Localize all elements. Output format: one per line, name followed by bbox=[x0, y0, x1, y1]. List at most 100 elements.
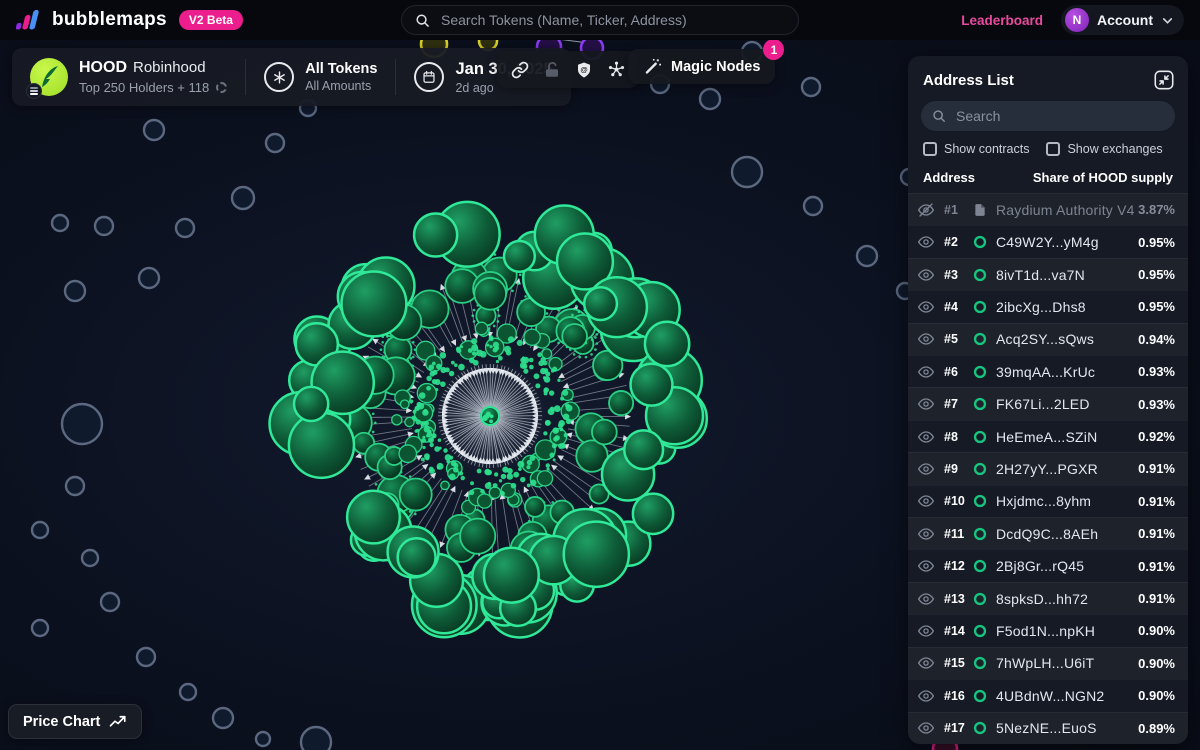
leaderboard-link[interactable]: Leaderboard bbox=[961, 13, 1043, 28]
toggle-visibility-button[interactable] bbox=[918, 396, 944, 412]
holder-bubble-outer[interactable] bbox=[294, 387, 328, 421]
magic-nodes-label: Magic Nodes bbox=[671, 59, 760, 75]
rank-label: #12 bbox=[944, 559, 973, 573]
share-value: 3.87% bbox=[1138, 202, 1175, 217]
table-row[interactable]: #15 7hWpLH...U6iT 0.90% bbox=[908, 647, 1188, 679]
brand-logo[interactable]: bubblemaps V2 Beta bbox=[16, 7, 243, 33]
token-search-bar[interactable] bbox=[401, 5, 799, 35]
toggle-visibility-button[interactable] bbox=[918, 591, 944, 607]
holder-bubble-small[interactable] bbox=[477, 494, 491, 508]
share-link-button[interactable] bbox=[505, 55, 535, 85]
holder-bubble-outer[interactable] bbox=[347, 491, 400, 544]
toggle-visibility-button[interactable] bbox=[918, 688, 944, 704]
share-value: 0.90% bbox=[1138, 656, 1175, 671]
share-value: 0.93% bbox=[1138, 364, 1175, 379]
holder-bubble-small[interactable] bbox=[524, 329, 540, 345]
token-search-input[interactable] bbox=[439, 11, 785, 29]
table-row[interactable]: #10 Hxjdmc...8yhm 0.91% bbox=[908, 485, 1188, 517]
table-row[interactable]: #12 2Bj8Gr...rQ45 0.91% bbox=[908, 549, 1188, 581]
holder-bubble-outer[interactable] bbox=[289, 413, 354, 478]
table-row[interactable]: #11 DcdQ9C...8AEh 0.91% bbox=[908, 517, 1188, 549]
toggle-visibility-button[interactable] bbox=[918, 429, 944, 445]
address-search-bar[interactable] bbox=[921, 101, 1175, 131]
show-exchanges-checkbox[interactable]: Show exchanges bbox=[1046, 142, 1162, 156]
table-row[interactable]: #9 2H27yY...PGXR 0.91% bbox=[908, 452, 1188, 484]
holder-bubble-mid[interactable] bbox=[525, 497, 545, 517]
cluster-view-button[interactable] bbox=[601, 55, 631, 85]
holder-bubble-mid[interactable] bbox=[474, 278, 506, 310]
toggle-visibility-button[interactable] bbox=[918, 493, 944, 509]
shield-scan-button[interactable]: @ bbox=[569, 55, 599, 85]
holder-bubble-outer[interactable] bbox=[484, 548, 539, 603]
holder-bubble-outer[interactable] bbox=[584, 287, 617, 320]
table-row[interactable]: #4 2ibcXg...Dhs8 0.95% bbox=[908, 290, 1188, 322]
show-contracts-checkbox[interactable]: Show contracts bbox=[923, 142, 1029, 156]
table-row[interactable]: #2 C49W2Y...yM4g 0.95% bbox=[908, 225, 1188, 257]
holder-bubble-mid[interactable] bbox=[400, 478, 432, 510]
table-row[interactable]: #17 5NezNE...EuoS 0.89% bbox=[908, 712, 1188, 744]
table-row[interactable]: #16 4UBdnW...NGN2 0.90% bbox=[908, 679, 1188, 711]
toggle-visibility-button[interactable] bbox=[918, 461, 944, 477]
holder-bubble-mid[interactable] bbox=[562, 324, 587, 349]
holder-bubble-outer[interactable] bbox=[645, 322, 689, 366]
rank-label: #1 bbox=[944, 203, 973, 217]
address-search-input[interactable] bbox=[954, 107, 1164, 125]
price-chart-button[interactable]: Price Chart bbox=[8, 704, 142, 739]
holder-bubble-outer[interactable] bbox=[631, 364, 673, 406]
share-value: 0.94% bbox=[1138, 332, 1175, 347]
table-row[interactable]: #14 F5od1N...npKH 0.90% bbox=[908, 614, 1188, 646]
wallet-bubble-icon bbox=[973, 462, 987, 476]
background-bubble bbox=[266, 134, 284, 152]
table-row[interactable]: #8 HeEmeA...SZiN 0.92% bbox=[908, 420, 1188, 452]
wallet-bubble-icon bbox=[973, 592, 987, 606]
holder-bubble-mid[interactable] bbox=[592, 420, 617, 445]
background-bubble bbox=[82, 550, 98, 566]
rank-label: #13 bbox=[944, 592, 973, 606]
holder-bubble-small[interactable] bbox=[400, 400, 409, 409]
collapse-panel-button[interactable] bbox=[1153, 69, 1175, 91]
toggle-visibility-button[interactable] bbox=[918, 299, 944, 315]
table-row[interactable]: #5 Acq2SY...sQws 0.94% bbox=[908, 323, 1188, 355]
magic-nodes-button[interactable]: Magic Nodes 1 bbox=[628, 49, 775, 84]
token-summary[interactable]: HOOD Robinhood Top 250 Holders + 118 bbox=[12, 48, 245, 106]
holder-bubble-outer[interactable] bbox=[633, 494, 673, 534]
holder-bubble-small[interactable] bbox=[537, 471, 552, 486]
holder-bubble-mid[interactable] bbox=[609, 391, 633, 415]
background-bubble bbox=[256, 732, 270, 746]
toggle-visibility-button[interactable] bbox=[918, 331, 944, 347]
table-row[interactable]: #7 FK67Li...2LED 0.93% bbox=[908, 387, 1188, 419]
toggle-visibility-button[interactable] bbox=[918, 526, 944, 542]
lock-button[interactable] bbox=[537, 55, 567, 85]
holder-bubble-cluster[interactable] bbox=[270, 202, 707, 638]
holder-bubble-outer[interactable] bbox=[624, 430, 663, 469]
toggle-visibility-button[interactable] bbox=[918, 655, 944, 671]
table-row[interactable]: #6 39mqAA...KrUc 0.93% bbox=[908, 355, 1188, 387]
toggle-visibility-button[interactable] bbox=[918, 234, 944, 250]
holder-bubble-outer[interactable] bbox=[414, 213, 457, 256]
holder-bubble-small[interactable] bbox=[441, 481, 449, 489]
toggle-visibility-button[interactable] bbox=[918, 202, 944, 218]
holder-bubble-mid[interactable] bbox=[460, 519, 495, 554]
toggle-visibility-button[interactable] bbox=[918, 720, 944, 736]
account-menu[interactable]: N Account bbox=[1061, 5, 1184, 35]
toggle-visibility-button[interactable] bbox=[918, 267, 944, 283]
table-row[interactable]: #13 8spksD...hh72 0.91% bbox=[908, 582, 1188, 614]
holder-bubble-outer[interactable] bbox=[398, 538, 436, 576]
wallet-bubble-icon bbox=[973, 527, 987, 541]
background-bubble bbox=[101, 593, 119, 611]
token-filter[interactable]: All Tokens All Amounts bbox=[246, 48, 395, 106]
holder-bubble-outer[interactable] bbox=[341, 272, 406, 337]
toggle-visibility-button[interactable] bbox=[918, 623, 944, 639]
address-label: Acq2SY...sQws bbox=[996, 331, 1138, 347]
background-bubble bbox=[65, 281, 85, 301]
holder-bubble-small[interactable] bbox=[399, 445, 417, 463]
table-row[interactable]: #1 Raydium Authority V4 3.87% bbox=[908, 193, 1188, 225]
toggle-visibility-button[interactable] bbox=[918, 364, 944, 380]
holder-bubble-outer[interactable] bbox=[564, 522, 629, 587]
holder-bubble-small[interactable] bbox=[475, 322, 488, 335]
holder-bubble-small[interactable] bbox=[392, 415, 402, 425]
table-row[interactable]: #3 8ivT1d...va7N 0.95% bbox=[908, 258, 1188, 290]
token-card[interactable]: HOOD Robinhood Top 250 Holders + 118 All… bbox=[12, 48, 571, 106]
toggle-visibility-button[interactable] bbox=[918, 558, 944, 574]
holder-bubble-outer[interactable] bbox=[504, 241, 535, 272]
